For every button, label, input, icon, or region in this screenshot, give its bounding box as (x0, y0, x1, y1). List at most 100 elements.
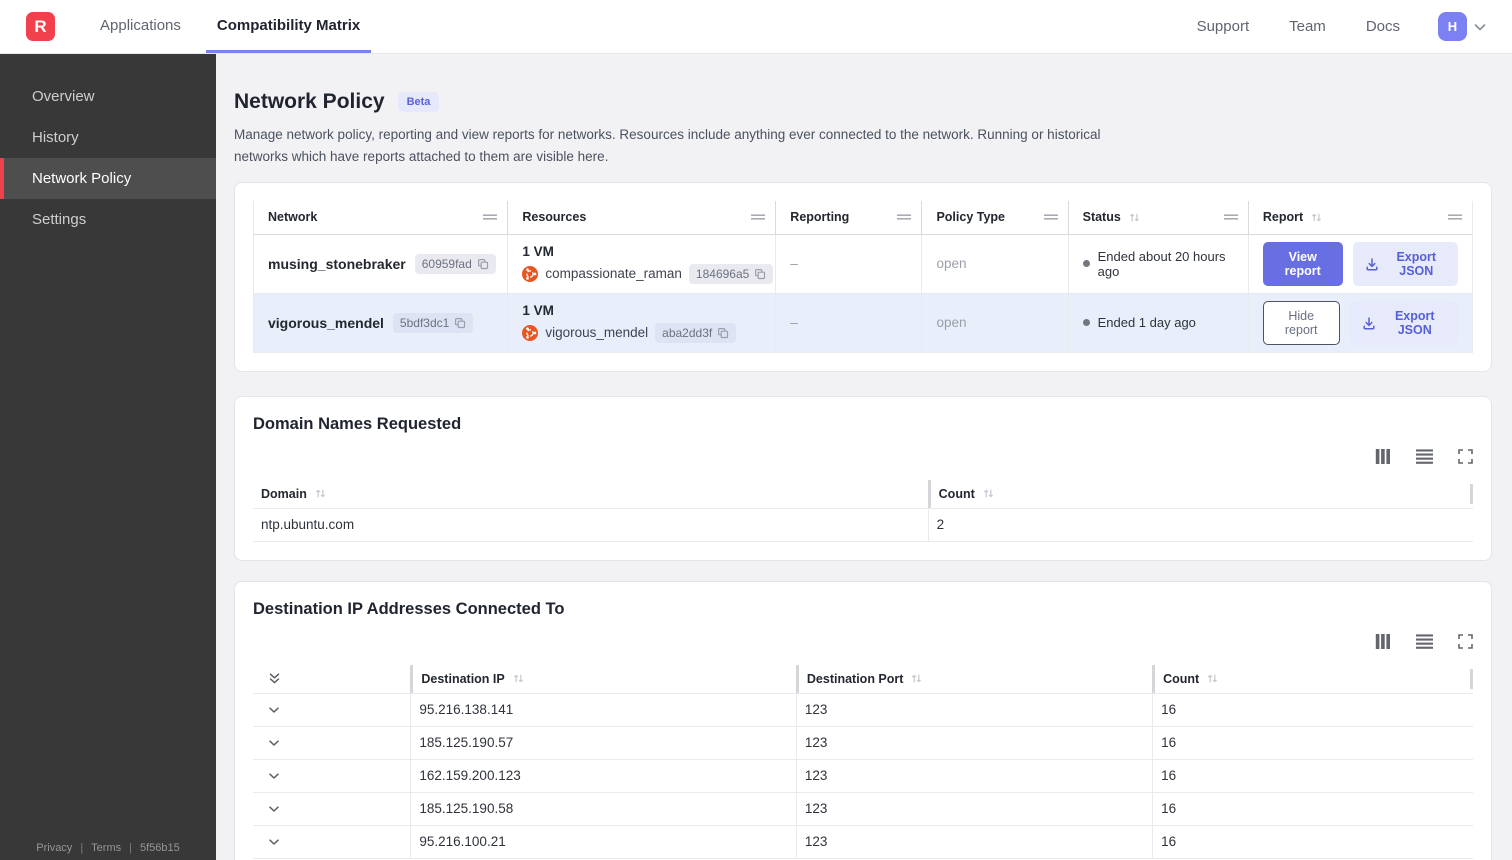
column-resize-handle-icon[interactable] (1223, 213, 1238, 221)
network-table-header: Network Resources Reporting Policy Type … (254, 200, 1472, 235)
network-name: vigorous_mendel (268, 314, 384, 331)
vm-count: 1 VM (522, 302, 554, 318)
sidebar-item-history[interactable]: History (0, 117, 216, 158)
nav-compatibility-matrix[interactable]: Compatibility Matrix (205, 0, 372, 53)
nav-team[interactable]: Team (1269, 18, 1346, 35)
column-resize-handle-icon[interactable] (1043, 213, 1058, 221)
sidebar-item-settings[interactable]: Settings (0, 199, 216, 240)
col-header-resources: Resources (507, 200, 776, 235)
copy-icon[interactable] (477, 258, 489, 270)
col-header-status: Status (1067, 200, 1248, 235)
domains-card: Domain Names Requested Domain Count ntp.… (234, 395, 1492, 561)
count-cell: 16 (1152, 791, 1473, 825)
columns-view-icon[interactable] (1375, 449, 1391, 465)
download-icon (1362, 316, 1376, 330)
col-label: Destination Port (806, 671, 904, 686)
col-header-reporting: Reporting (775, 200, 922, 235)
status-text: Ended 1 day ago (1097, 315, 1196, 331)
sort-icon[interactable] (314, 487, 327, 500)
vm-count: 1 VM (522, 243, 554, 259)
destination-ip-cell: 95.216.138.141 (410, 692, 796, 726)
col-label: Domain (261, 486, 307, 501)
export-json-button[interactable]: Export JSON (1349, 300, 1458, 345)
privacy-link[interactable]: Privacy (36, 842, 72, 854)
col-header-domain: Domain (253, 480, 928, 508)
column-resize-handle-icon[interactable] (751, 213, 766, 221)
network-name: musing_stonebraker (268, 255, 406, 272)
row-expander[interactable] (253, 791, 411, 825)
col-label: Count (1163, 671, 1200, 686)
row-expander[interactable] (253, 824, 411, 858)
sidebar: Overview History Network Policy Settings… (0, 54, 216, 860)
network-row: vigorous_mendel 5bdf3dc1 1 VM vigorous_m… (254, 293, 1472, 353)
destinations-rows: 95.216.138.141 123 16 185.125.190.57 123… (253, 692, 1473, 859)
sort-icon[interactable] (512, 672, 525, 685)
sort-icon[interactable] (1310, 211, 1323, 224)
view-report-button[interactable]: View report (1262, 241, 1343, 286)
count-cell: 16 (1152, 725, 1473, 759)
avatar[interactable]: H (1438, 12, 1467, 41)
row-expander[interactable] (253, 692, 411, 726)
col-header-network: Network (254, 201, 508, 235)
destination-port-cell: 123 (795, 692, 1153, 726)
destination-port-cell: 123 (795, 758, 1153, 792)
fullscreen-icon[interactable] (1458, 634, 1473, 650)
network-id: 5bdf3dc1 (399, 315, 450, 330)
export-json-label: Export JSON (1396, 249, 1437, 278)
status-cell: Ended 1 day ago (1067, 293, 1248, 353)
ubuntu-icon (522, 324, 539, 341)
destination-row: 162.159.200.123 123 16 (253, 758, 1473, 792)
col-label: Policy Type (936, 210, 1005, 225)
policy-type-cell: open (921, 293, 1068, 353)
destinations-card-toolbar (253, 631, 1473, 653)
nav-applications[interactable]: Applications (89, 0, 192, 53)
ubuntu-icon (522, 265, 539, 282)
domain-row: ntp.ubuntu.com 2 (253, 507, 1473, 542)
rows-view-icon[interactable] (1416, 449, 1433, 465)
sort-icon[interactable] (1128, 211, 1141, 224)
column-resize-handle-icon[interactable] (897, 213, 912, 221)
destinations-table-header: Destination IP Destination Port Count (253, 664, 1473, 693)
destination-row: 95.216.138.141 123 16 (253, 692, 1473, 726)
copy-icon[interactable] (454, 317, 466, 329)
copy-icon[interactable] (717, 327, 729, 339)
sort-icon[interactable] (1206, 672, 1219, 685)
domain-cell: ntp.ubuntu.com (253, 507, 928, 542)
column-resize-handle-icon[interactable] (1447, 213, 1462, 221)
col-header-destination-ip: Destination IP (410, 664, 796, 693)
resources-cell: 1 VM compassionate_raman 184696a5 (507, 234, 776, 294)
nav-docs[interactable]: Docs (1346, 18, 1420, 35)
export-json-button[interactable]: Export JSON (1352, 241, 1458, 286)
hide-report-button[interactable]: Hide report (1262, 300, 1340, 345)
reporting-cell: – (775, 293, 922, 353)
status-dot (1082, 260, 1090, 268)
terms-link[interactable]: Terms (91, 842, 121, 854)
fullscreen-icon[interactable] (1458, 449, 1473, 465)
sort-icon[interactable] (982, 487, 995, 500)
domains-table: Domain Count ntp.ubuntu.com 2 (253, 479, 1473, 542)
status-text: Ended about 20 hours ago (1097, 248, 1226, 279)
row-expander[interactable] (253, 725, 411, 759)
row-expander[interactable] (253, 758, 411, 792)
resources-cell: 1 VM vigorous_mendel aba2dd3f (507, 293, 776, 353)
domains-card-title: Domain Names Requested (253, 414, 462, 433)
col-label: Resources (522, 210, 587, 225)
rows-view-icon[interactable] (1416, 634, 1433, 650)
chevron-down-icon[interactable] (1472, 19, 1488, 35)
destination-ip-cell: 185.125.190.58 (410, 791, 796, 825)
columns-view-icon[interactable] (1375, 634, 1391, 650)
nav-support[interactable]: Support (1177, 18, 1270, 35)
app-logo[interactable]: R (26, 12, 55, 41)
double-chevron-down-icon[interactable] (267, 671, 282, 686)
col-header-report: Report (1247, 200, 1472, 235)
vm-id: 184696a5 (695, 266, 750, 281)
copy-icon[interactable] (754, 268, 766, 280)
sort-icon[interactable] (910, 672, 923, 685)
page-title: Network Policy (234, 90, 385, 113)
sidebar-item-overview[interactable]: Overview (0, 76, 216, 117)
report-cell: View report Export JSON (1247, 234, 1472, 294)
domains-card-toolbar (253, 446, 1473, 468)
column-resize-handle-icon[interactable] (483, 213, 498, 221)
sidebar-item-network-policy[interactable]: Network Policy (0, 158, 216, 199)
col-header-count: Count (927, 479, 1473, 508)
